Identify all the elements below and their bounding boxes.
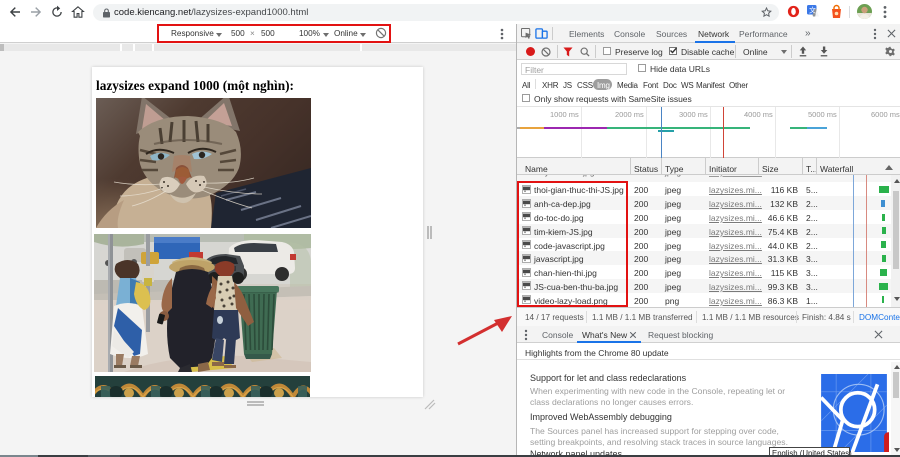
svg-text:文: 文 [809,6,816,15]
